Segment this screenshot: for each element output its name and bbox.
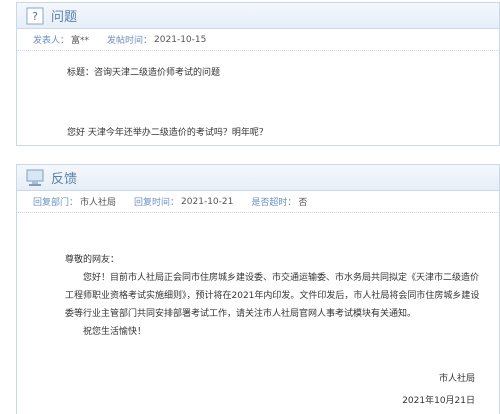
question-panel-header: ? 问题 [17,3,499,29]
dept-value: 市人社局 [80,198,117,208]
reply-signature: 市人社局 [438,374,475,384]
reply-closing: 祝您生活愉快！ [83,327,147,337]
question-meta: 发表人： 富** 发帖时间： 2021-10-15 [17,29,499,51]
svg-text:?: ? [32,10,38,23]
feedback-header-title: 反馈 [51,172,78,187]
question-header-title: 问题 [51,10,78,25]
feedback-panel-header: 反馈 [17,165,499,191]
dept-label: 回复部门： [33,198,79,208]
question-panel: ? 问题 发表人： 富** 发帖时间： 2021-10-15 标题：咨询天津二级… [16,2,500,146]
reply-paragraph: 您好！目前市人社局正会同市住房城乡建设委、市交通运输委、市水务局共同拟定《天津市… [65,273,480,319]
question-body: 您好 天津今年还举办二级造价的考试吗？明年呢？ [67,128,268,138]
reply-time-label: 回复时间： [134,198,180,208]
overdue-value: 否 [298,198,308,208]
feedback-panel: 反馈 回复部门： 市人社局 回复时间： 2021-10-21 是否超时： 否 尊… [16,164,500,414]
overdue-label: 是否超时： [251,198,297,208]
post-time-value: 2021-10-15 [154,34,207,45]
question-title: 标题：咨询天津二级造价师考试的问题 [67,68,221,78]
feedback-meta: 回复部门： 市人社局 回复时间： 2021-10-21 是否超时： 否 [17,191,499,213]
reply-time-value: 2021-10-21 [181,196,234,207]
post-time-label: 发帖时间： [107,36,153,46]
author-label: 发表人： [33,36,70,46]
reply-greeting: 尊敬的网友： [65,255,120,265]
author-value: 富** [71,36,90,46]
question-icon: ? [25,7,45,25]
computer-icon [25,169,45,187]
reply-date: 2021年10月21日 [402,396,475,406]
reply-content: 尊敬的网友： 您好！目前市人社局正会同市住房城乡建设委、市交通运输委、市水务局共… [65,251,487,341]
